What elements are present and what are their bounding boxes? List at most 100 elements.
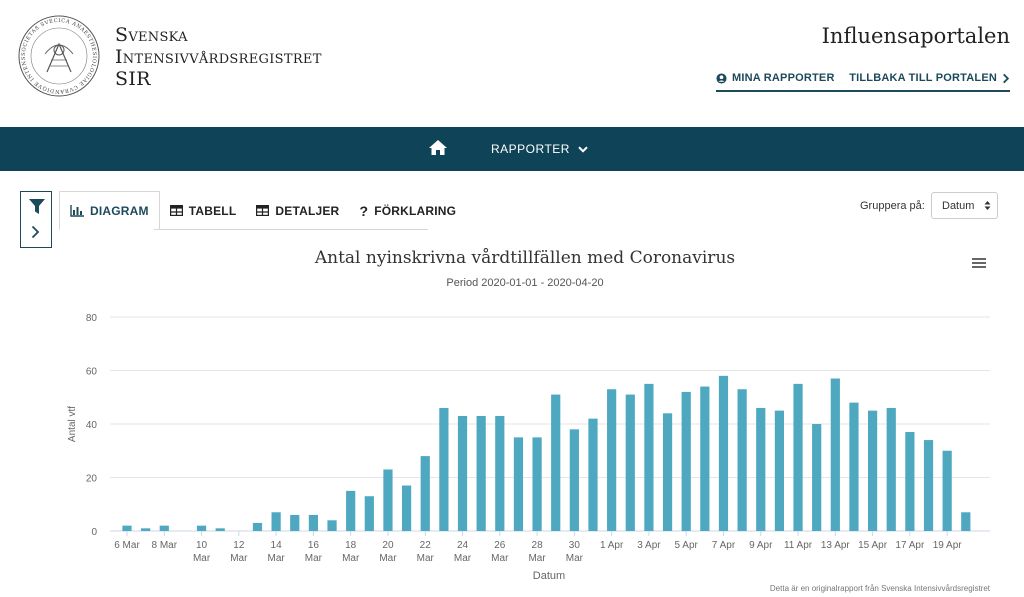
- bar: [532, 437, 542, 531]
- x-tick-label: 28: [532, 540, 544, 551]
- bar: [495, 415, 505, 531]
- bar-chart-icon: [70, 204, 84, 217]
- group-by-value: Datum: [942, 199, 975, 212]
- bar-chart: 0 20 40 60 80 Antal vtf 6 Mar 8 Mar 10 Mar 12 Mar 14…: [67, 313, 990, 580]
- chevron-down-icon: [578, 145, 588, 153]
- brand-line-1: Svenska: [115, 24, 188, 46]
- question-icon: ?: [359, 202, 369, 219]
- group-by-select[interactable]: Datum: [931, 192, 998, 219]
- bar: [308, 514, 318, 531]
- y-axis-title: Antal vtf: [67, 406, 78, 442]
- x-tick-label: 11 Apr: [784, 540, 813, 551]
- tab-diagram-label: DIAGRAM: [90, 203, 149, 218]
- back-to-portal-label: TILLBAKA TILL PORTALEN: [849, 72, 997, 84]
- bar: [327, 520, 337, 531]
- bar: [402, 485, 412, 531]
- chart-subtitle: Period 2020-01-01 - 2020-04-20: [446, 277, 604, 289]
- x-tick-label: 14: [271, 540, 283, 551]
- x-tick-label: 17 Apr: [895, 540, 925, 551]
- bar: [756, 407, 766, 531]
- bar: [607, 389, 617, 531]
- tab-detaljer-label: DETALJER: [275, 203, 340, 218]
- x-tick-label: 15 Apr: [858, 540, 888, 551]
- x-tick-label: Mar: [193, 553, 211, 564]
- x-tick-label: 12: [233, 540, 245, 551]
- bar: [942, 450, 952, 531]
- bar: [625, 394, 635, 531]
- x-tick-label: Mar: [342, 553, 360, 564]
- x-tick-label: 22: [420, 540, 432, 551]
- chevron-right-icon: [31, 225, 40, 239]
- x-tick-label: Mar: [305, 553, 323, 564]
- bar: [457, 415, 468, 531]
- y-tick-label: 60: [86, 367, 98, 378]
- group-by-label: Gruppera på:: [860, 200, 925, 212]
- home-icon[interactable]: [428, 139, 448, 156]
- x-tick-label: 6 Mar: [114, 540, 140, 551]
- tab-tabell-label: TABELL: [188, 203, 237, 218]
- reports-label: RAPPORTER: [491, 142, 570, 156]
- x-tick-label: Mar: [230, 553, 248, 564]
- bar: [383, 469, 393, 531]
- tab-forklaring[interactable]: ? FÖRKLARING: [349, 191, 466, 230]
- top-nav: MINA RAPPORTER TILLBAKA TILL PORTALEN: [716, 66, 1010, 92]
- x-tick-label: Mar: [379, 553, 397, 564]
- hamburger-menu-icon[interactable]: [971, 256, 987, 270]
- tab-detaljer[interactable]: DETALJER: [246, 191, 349, 230]
- chevron-right-icon: [1003, 73, 1010, 83]
- x-tick-label: 13 Apr: [821, 540, 851, 551]
- bar: [737, 389, 747, 531]
- bar: [569, 429, 579, 531]
- bar: [700, 386, 710, 531]
- x-tick-label: 20: [382, 540, 394, 551]
- brand-line-2: Intensivvårdsregistret: [115, 46, 322, 68]
- x-tick-label: 8 Mar: [151, 540, 177, 551]
- x-tick-label: 19 Apr: [933, 540, 963, 551]
- bar: [346, 490, 356, 531]
- tab-forklaring-label: FÖRKLARING: [374, 203, 457, 218]
- user-circle-icon: [716, 72, 727, 84]
- tab-tabell[interactable]: TABELL: [160, 191, 247, 230]
- filter-toggle[interactable]: [20, 191, 52, 248]
- bar: [476, 415, 486, 531]
- bar: [923, 440, 934, 531]
- bar: [551, 394, 561, 531]
- my-reports-label: MINA RAPPORTER: [732, 72, 835, 84]
- x-tick-label: 1 Apr: [600, 540, 624, 551]
- x-tick-label: 24: [457, 540, 469, 551]
- site-header: SOCIETAS SVECICA ANAESTHESIOLOGIAE CVRAN…: [0, 0, 1024, 127]
- bar: [420, 456, 430, 531]
- table-icon: [256, 205, 270, 216]
- bar: [644, 383, 654, 531]
- y-tick-label: 80: [86, 313, 98, 324]
- my-reports-link[interactable]: MINA RAPPORTER: [716, 72, 835, 84]
- x-tick-label: Mar: [417, 553, 435, 564]
- portal-title: Influensaportalen: [821, 24, 1010, 48]
- chart-title: Antal nyinskrivna vårdtillfällen med Cor…: [314, 248, 736, 268]
- chart-credit: Detta är en originalrapport från Svenska…: [769, 584, 990, 593]
- back-to-portal-link[interactable]: TILLBAKA TILL PORTALEN: [849, 72, 1010, 84]
- bar: [513, 437, 524, 531]
- x-tick-label: Mar: [268, 553, 286, 564]
- tab-diagram[interactable]: DIAGRAM: [59, 191, 160, 230]
- x-tick-label: 10: [196, 540, 208, 551]
- table-icon: [169, 205, 183, 216]
- bar: [159, 525, 169, 531]
- bar: [662, 413, 673, 531]
- x-tick-label: Mar: [566, 553, 584, 564]
- bar: [439, 407, 449, 531]
- y-tick-label: 20: [86, 474, 98, 485]
- x-tick-label: 7 Apr: [712, 540, 736, 551]
- y-tick-label: 0: [91, 527, 97, 538]
- sort-arrows-icon: [984, 201, 991, 210]
- x-tick-label: 16: [308, 540, 320, 551]
- bar: [252, 522, 263, 531]
- bar: [290, 514, 300, 531]
- bar: [849, 402, 859, 531]
- reports-menu[interactable]: RAPPORTER: [491, 142, 588, 156]
- bar: [196, 525, 207, 531]
- bar: [681, 391, 691, 531]
- y-tick-label: 40: [86, 420, 98, 431]
- main-navbar: RAPPORTER: [0, 127, 1024, 171]
- x-tick-label: 18: [345, 540, 357, 551]
